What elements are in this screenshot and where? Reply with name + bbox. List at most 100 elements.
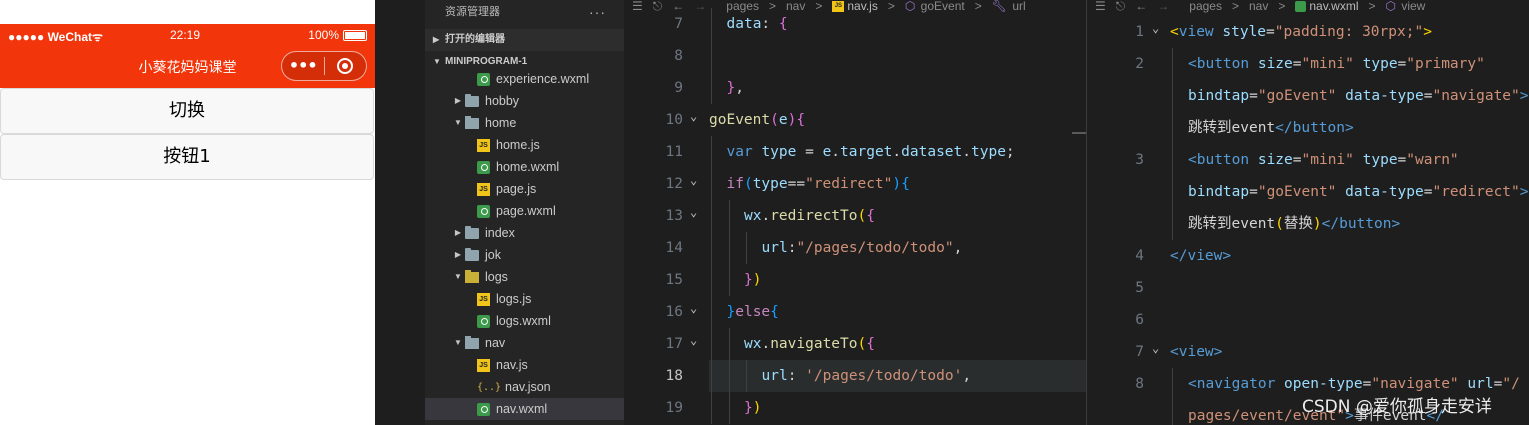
code-line[interactable]: 跳转到event(替换)</button> [1087, 208, 1529, 240]
battery-icon [343, 29, 367, 41]
code-text: wx.navigateTo({ [744, 336, 875, 352]
tree-item-nav-js[interactable]: JS nav.js [425, 354, 624, 376]
indent-guide [711, 168, 712, 200]
folder-logs-icon [465, 269, 479, 283]
fold-chevron-icon[interactable]: ⌄ [690, 292, 697, 324]
js-editor[interactable]: ☰ ⎋ ← → pages > nav > JS nav.js > ⬡ goEvent > 🔧︎ … [624, 0, 1086, 425]
code-line[interactable]: 7 data: { [624, 8, 1086, 40]
indent-guide [728, 232, 730, 264]
tree-item-label: logs [485, 270, 508, 284]
tree-item-home-js[interactable]: JS home.js [425, 134, 624, 156]
fold-chevron-icon[interactable]: ⌄ [690, 196, 697, 228]
fold-chevron-icon[interactable]: ⌄ [690, 324, 697, 356]
tree-item-nav-wxml[interactable]: nav.wxml [425, 398, 624, 420]
tree-item-logs-js[interactable]: JS logs.js [425, 288, 624, 310]
line-number: 1 [1135, 24, 1144, 40]
js-scroll-indicator[interactable] [1072, 132, 1086, 134]
capsule-menu[interactable]: ••• [281, 51, 367, 81]
indent-guide [711, 296, 712, 328]
code-text: goEvent(e){ [709, 112, 806, 128]
button-1[interactable]: 按钮1 [0, 134, 374, 180]
indent-guide [728, 360, 730, 392]
tree-item-label: page.js [496, 182, 537, 196]
chevron-right-icon[interactable]: ▶ [451, 244, 465, 266]
wxml-file-icon [477, 72, 490, 86]
code-line[interactable]: 18 url: '/pages/todo/todo', [666, 360, 1086, 392]
switch-button[interactable]: 切换 [0, 88, 374, 134]
tree-item-nav-json[interactable]: {..} nav.json [425, 376, 624, 398]
code-line[interactable]: bindtap="goEvent" data-type="navigate"> [1087, 80, 1529, 112]
more-dots-icon[interactable]: ••• [282, 52, 324, 80]
code-text: 跳转到event(替换)</button> [1188, 216, 1401, 232]
wxml-editor[interactable]: ☰ ⎋ ← → pages > nav > nav.wxml > ⬡ view 1 ⌄ <vie… [1087, 0, 1529, 425]
open-editors-section[interactable]: ▶ 打开的编辑器 [425, 29, 624, 51]
code-text: <button size="mini" type="warn" [1188, 152, 1459, 168]
target-icon [337, 58, 354, 74]
breadcrumb-item[interactable]: nav.wxml [1295, 0, 1363, 13]
code-line[interactable]: bindtap="goEvent" data-type="redirect"> [1087, 176, 1529, 208]
tree-item-nav[interactable]: ▼ nav [425, 332, 624, 354]
battery-percent: 100% [308, 28, 339, 42]
chevron-down-icon[interactable]: ▼ [451, 332, 465, 354]
code-text: }) [744, 272, 762, 288]
chevron-down-icon[interactable]: ▼ [451, 266, 465, 288]
tree-item-home-wxml[interactable]: home.wxml [425, 156, 624, 178]
code-line[interactable]: 3 <button size="mini" type="warn" [1087, 144, 1529, 176]
fold-chevron-icon[interactable]: ⌄ [1152, 12, 1159, 44]
code-line[interactable]: 5 [1087, 272, 1529, 304]
json-file-icon: {..} [477, 381, 502, 393]
simulator-top-strip [0, 0, 375, 24]
code-line[interactable]: 17 ⌄ wx.navigateTo({ [624, 328, 1086, 360]
code-line[interactable]: 14 url:"/pages/todo/todo", [624, 232, 1086, 264]
breadcrumb-text: nav.wxml [1309, 0, 1359, 13]
symbol-icon: ⬡ [1385, 0, 1400, 13]
code-line[interactable]: 1 ⌄ <view style="padding: 30rpx;"> [1087, 16, 1529, 48]
indent-guide [1172, 208, 1173, 240]
chevron-right-icon: ▶ [433, 35, 440, 44]
code-line[interactable]: 跳转到event</button> [1087, 112, 1529, 144]
breadcrumb-item[interactable]: ⬡ view [1386, 0, 1431, 13]
code-line[interactable]: 19}) [624, 392, 1086, 424]
code-text: <view style="padding: 30rpx;"> [1170, 24, 1432, 40]
chevron-right-icon[interactable]: ▶ [451, 222, 465, 244]
code-line[interactable]: 7 ⌄ <view> [1087, 336, 1529, 368]
line-number: 13 [665, 208, 683, 224]
status-bar: ●●●●● WeChatᯤ 22:19 100% [0, 24, 375, 46]
tree-item-jok[interactable]: ▶ jok [425, 244, 624, 266]
panel-gap [375, 0, 425, 425]
tree-item-hobby[interactable]: ▶ hobby [425, 90, 624, 112]
code-line[interactable]: 2 <button size="mini" type="primary" [1087, 48, 1529, 80]
js-file-icon: JS [477, 182, 490, 196]
code-line[interactable]: 10 ⌄ goEvent(e){ [624, 104, 1086, 136]
indent-guide [711, 200, 712, 232]
code-line[interactable]: 4 </view> [1087, 240, 1529, 272]
chevron-down-icon[interactable]: ▼ [451, 112, 465, 134]
tree-item-logs-wxml[interactable]: logs.wxml [425, 310, 624, 332]
tree-item-page-wxml[interactable]: page.wxml [425, 200, 624, 222]
close-target-button[interactable] [324, 58, 366, 74]
explorer-more-icon[interactable]: ··· [589, 0, 606, 24]
breadcrumb-item[interactable]: nav [1249, 0, 1273, 13]
code-text: data: { [726, 16, 788, 32]
fold-chevron-icon[interactable]: ⌄ [1152, 332, 1159, 364]
csdn-watermark: CSDN @爱你孤身走安详 [1302, 397, 1492, 417]
tree-item-page-js[interactable]: JS page.js [425, 178, 624, 200]
tree-item-label: experience.wxml [496, 72, 590, 86]
code-line[interactable]: 13 ⌄ wx.redirectTo({ [624, 200, 1086, 232]
tree-item-index[interactable]: ▶ index [425, 222, 624, 244]
tree-item-home[interactable]: ▼ home [425, 112, 624, 134]
indent-guide [728, 392, 730, 424]
breadcrumb-item[interactable]: pages [1189, 0, 1227, 13]
fold-chevron-icon[interactable]: ⌄ [690, 100, 697, 132]
fold-chevron-icon[interactable]: ⌄ [690, 164, 697, 196]
wxml-file-icon [1295, 1, 1307, 13]
code-text: url:"/pages/todo/todo", [761, 240, 963, 256]
indent-guide [711, 136, 712, 168]
code-line[interactable]: 8 [624, 40, 1086, 72]
tree-item-logs[interactable]: ▼ logs [425, 266, 624, 288]
carrier-text: ●●●●● WeChat [8, 30, 93, 44]
tree-item-label: index [485, 226, 515, 240]
chevron-right-icon[interactable]: ▶ [451, 90, 465, 112]
editor-toolbar-icons[interactable]: ☰ ⎋ ← → [1095, 0, 1184, 13]
code-text: <button size="mini" type="primary" [1188, 56, 1485, 72]
